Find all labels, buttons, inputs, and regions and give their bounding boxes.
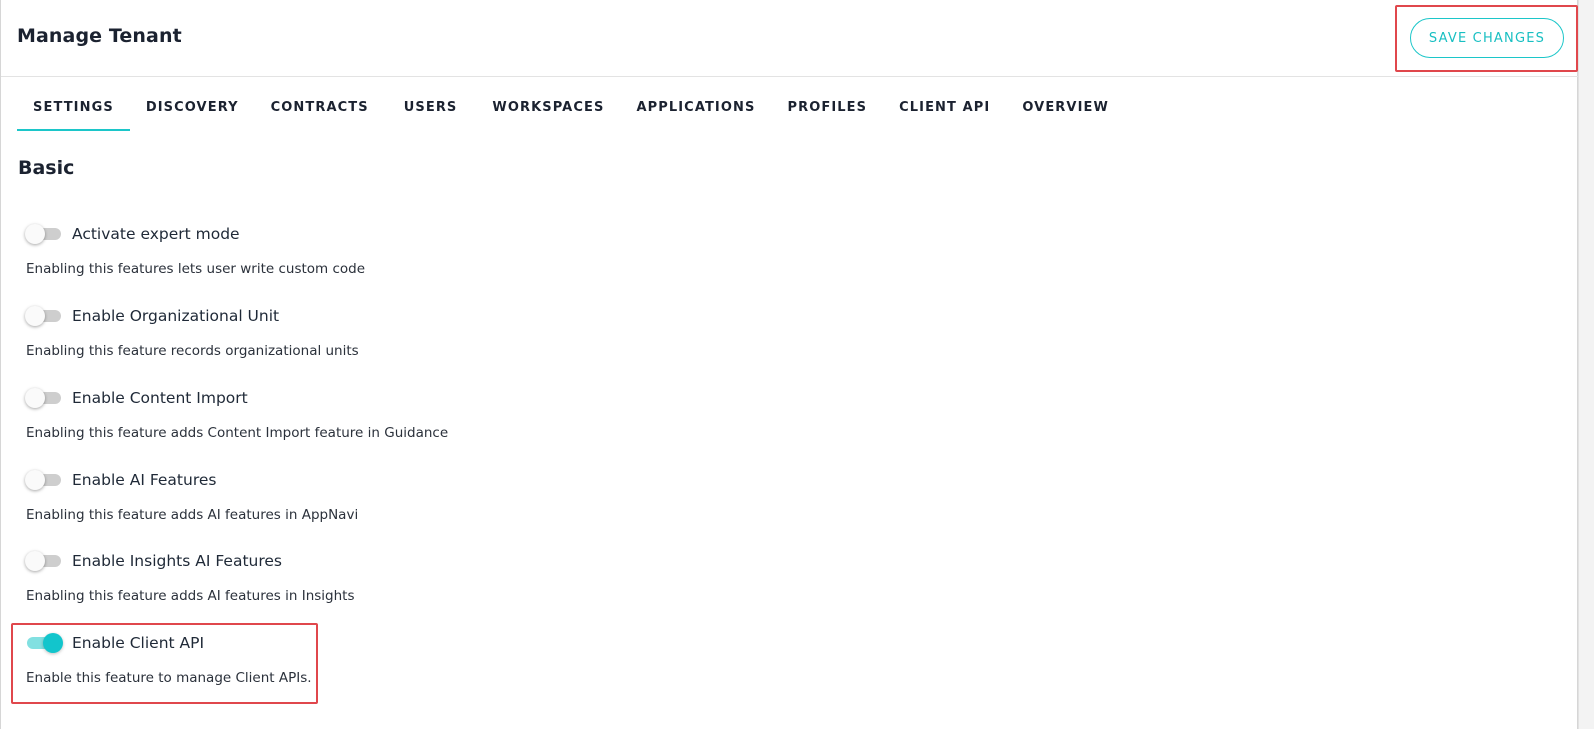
tab-bar: SETTINGS DISCOVERY CONTRACTS USERS WORKS… <box>17 93 1125 131</box>
client-api-toggle[interactable] <box>25 633 63 653</box>
setting-expert-mode: Activate expert mode Enabling this featu… <box>1 224 601 294</box>
section-title-basic: Basic <box>18 157 75 179</box>
setting-insights-ai-features: Enable Insights AI Features Enabling thi… <box>1 551 601 621</box>
tab-workspaces[interactable]: WORKSPACES <box>476 93 620 131</box>
setting-label: Enable Insights AI Features <box>72 552 282 570</box>
setting-client-api: Enable Client API Enable this feature to… <box>1 633 601 703</box>
tenant-settings-panel: Manage Tenant SAVE CHANGES SETTINGS DISC… <box>0 0 1578 729</box>
tab-profiles[interactable]: PROFILES <box>771 93 883 131</box>
setting-label: Enable AI Features <box>72 471 217 489</box>
toggle-knob <box>43 633 63 653</box>
tab-overview[interactable]: OVERVIEW <box>1006 93 1125 131</box>
toggle-knob <box>25 551 45 571</box>
setting-description: Enabling this feature adds Content Impor… <box>26 425 449 441</box>
tab-contracts[interactable]: CONTRACTS <box>255 93 388 131</box>
setting-organizational-unit: Enable Organizational Unit Enabling this… <box>1 306 601 376</box>
vertical-scrollbar[interactable] <box>1578 0 1594 729</box>
expert-mode-toggle[interactable] <box>25 224 61 244</box>
tab-client-api[interactable]: CLIENT API <box>883 93 1006 131</box>
tab-discovery[interactable]: DISCOVERY <box>130 93 255 131</box>
page-title: Manage Tenant <box>17 25 182 47</box>
setting-description: Enabling this feature adds AI features i… <box>26 507 359 523</box>
setting-description: Enabling this features lets user write c… <box>26 261 366 277</box>
ai-features-toggle[interactable] <box>25 470 61 490</box>
insights-ai-features-toggle[interactable] <box>25 551 61 571</box>
save-changes-button[interactable]: SAVE CHANGES <box>1410 18 1564 58</box>
tab-applications[interactable]: APPLICATIONS <box>620 93 771 131</box>
toggle-knob <box>25 224 45 244</box>
setting-label: Enable Client API <box>72 634 205 652</box>
organizational-unit-toggle[interactable] <box>25 306 61 326</box>
tab-users[interactable]: USERS <box>388 93 477 131</box>
setting-description: Enabling this feature records organizati… <box>26 343 359 359</box>
setting-label: Enable Organizational Unit <box>72 307 280 325</box>
setting-description: Enable this feature to manage Client API… <box>26 670 312 686</box>
toggle-knob <box>25 388 45 408</box>
page-header: Manage Tenant <box>1 0 1578 77</box>
setting-label: Enable Content Import <box>72 389 248 407</box>
setting-label: Activate expert mode <box>72 225 240 243</box>
toggle-knob <box>25 470 45 490</box>
tab-settings[interactable]: SETTINGS <box>17 93 130 131</box>
setting-content-import: Enable Content Import Enabling this feat… <box>1 388 601 458</box>
setting-description: Enabling this feature adds AI features i… <box>26 588 355 604</box>
content-import-toggle[interactable] <box>25 388 61 408</box>
toggle-knob <box>25 306 45 326</box>
setting-ai-features: Enable AI Features Enabling this feature… <box>1 470 601 540</box>
